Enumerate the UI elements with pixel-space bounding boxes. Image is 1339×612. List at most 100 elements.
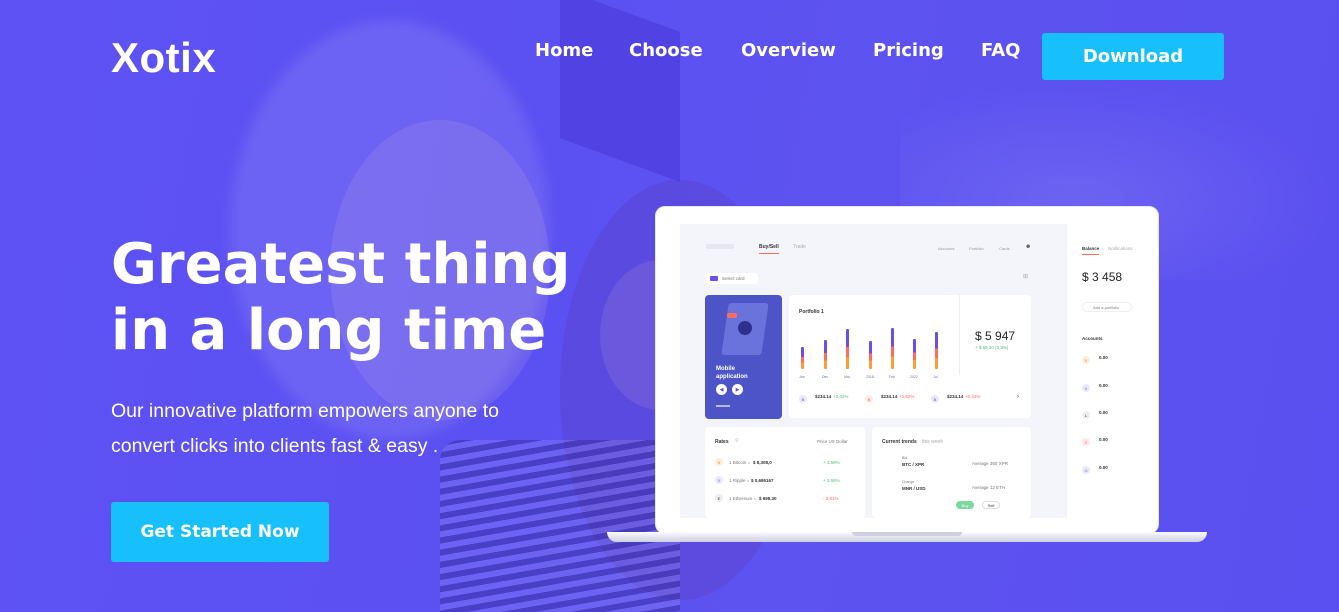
chart-month-label: Mar <box>844 375 851 379</box>
hero-title: Greatest thing in a long time <box>111 232 581 364</box>
chart-bar <box>824 340 827 369</box>
rate-name: 1 Ethereum = <box>729 496 757 501</box>
add-portfolio-button[interactable]: Add a portfolio <box>1082 302 1132 312</box>
coin-icon: L <box>1082 411 1090 419</box>
laptop-base <box>607 532 1207 542</box>
hero-subtitle: Our innovative platform empowers anyone … <box>111 394 571 464</box>
nav-link-pricing[interactable]: Pricing <box>873 40 944 61</box>
menu-accounts[interactable]: Accounts <box>938 246 954 251</box>
chart-month-label: 2018 <box>866 375 874 379</box>
search-icon[interactable]: ⚲ <box>735 438 739 444</box>
tab-balance[interactable]: Balance <box>1082 246 1100 255</box>
portfolio-item-value: $234.14 <box>947 394 964 399</box>
get-started-button[interactable]: Get Started Now <box>111 502 329 562</box>
portfolio-item-change: +0,42% <box>965 394 981 399</box>
rate-name: 1 Bitcoin = <box>729 460 751 465</box>
balance-panel: Balance Notifications $ 3 458 Add a port… <box>1067 224 1135 518</box>
rates-card: Rates ⚲ Price US Dollar B 1 Bitcoin = $ … <box>705 427 865 518</box>
chevron-right-icon[interactable]: › <box>1017 394 1019 400</box>
portfolio-value: $ 5 947 <box>975 329 1016 343</box>
rate-name: 1 Ripple = <box>729 478 750 483</box>
tab-notifications[interactable]: Notifications <box>1108 246 1133 251</box>
trend-pair: BTC / XPR <box>902 462 925 467</box>
hero-subtitle-line-2: convert clicks into clients fast & easy … <box>111 435 439 457</box>
account-value: 0.00 <box>1099 437 1108 442</box>
trend-label: Change <box>902 480 915 484</box>
trend-average: Average 12 ETH <box>972 485 1006 490</box>
chart-bar <box>891 328 894 369</box>
portfolio-title[interactable]: Portfolio 1 <box>799 309 824 315</box>
person-illustration <box>738 321 752 335</box>
coin-icon: Z <box>1082 438 1090 446</box>
ethereum-icon: E <box>715 494 723 502</box>
menu-portfolio[interactable]: Portfolio <box>969 246 984 251</box>
chart-bar <box>935 332 938 369</box>
dashboard-screen: Buy/Sell Trade Accounts Portfolio Cards … <box>680 224 1135 518</box>
select-card-label: Select card <box>722 276 745 281</box>
buy-button[interactable]: Buy <box>956 501 974 509</box>
flag-illustration <box>727 313 737 318</box>
grid-icon[interactable]: ⊞ <box>1023 273 1028 280</box>
ripple-icon: X <box>715 476 723 484</box>
tab-buy-sell[interactable]: Buy/Sell <box>759 244 779 254</box>
nav-link-overview[interactable]: Overview <box>741 40 836 61</box>
rate-value: $ 8,308,0 <box>753 460 772 465</box>
hero-title-line-1: Greatest thing <box>111 232 571 297</box>
download-button[interactable]: Download <box>1042 33 1224 80</box>
trend-label: Bid <box>902 456 908 460</box>
rate-change: + 3.58% <box>823 460 840 465</box>
promo-title: Mobile application <box>716 366 748 380</box>
nav-link-faq[interactable]: FAQ <box>981 40 1020 61</box>
nav-link-choose[interactable]: Choose <box>629 40 703 61</box>
chart-bar <box>801 347 804 369</box>
rates-title: Rates <box>715 439 729 445</box>
balance-value: $ 3 458 <box>1082 270 1123 284</box>
user-icon[interactable]: ☻ <box>1025 244 1031 250</box>
chart-bar <box>846 329 849 369</box>
hero-subtitle-line-1: Our innovative platform empowers anyone … <box>111 400 500 422</box>
brand-logo[interactable]: Xotix <box>111 34 216 82</box>
hero-title-line-2: in a long time <box>111 298 547 363</box>
bitcoin-icon: B <box>715 458 723 466</box>
chart-month-label: Feb <box>889 375 896 379</box>
chart-bar <box>869 341 872 369</box>
portfolio-item-value: $234.14 <box>881 394 898 399</box>
accounts-label: Accounts <box>1082 336 1103 341</box>
price-currency-select[interactable]: Price US Dollar <box>817 439 848 444</box>
account-value: 0.00 <box>1099 465 1108 470</box>
rate-value: $ 0,695167 <box>751 478 774 483</box>
portfolio-item-change: +2,62% <box>899 394 915 399</box>
account-value: 0.00 <box>1099 355 1108 360</box>
trends-title: Current trends <box>882 439 917 445</box>
tab-trade[interactable]: Trade <box>793 244 806 250</box>
sell-button[interactable]: Sell <box>982 501 1000 509</box>
dashboard-logo-placeholder <box>706 244 734 249</box>
portfolio-change: + $ 69,20 (3,3%) <box>975 345 1009 350</box>
coin-icon: B <box>865 395 873 403</box>
promo-play-button[interactable]: ▶ <box>732 384 743 395</box>
rate-change: + 3.58% <box>823 478 840 483</box>
coin-icon: G <box>1082 466 1090 474</box>
trend-pair: MNR / USD <box>902 486 926 491</box>
account-value: 0.00 <box>1099 410 1108 415</box>
trends-title-suffix: this week <box>922 439 943 445</box>
current-trends-card: Current trends this week Bid BTC / XPR A… <box>872 427 1031 518</box>
portfolio-card: Portfolio 1 $ 5 947 + $ 69,20 (3,3%) Jan… <box>789 295 1031 418</box>
coin-icon: B <box>799 395 807 403</box>
select-card-dropdown[interactable]: Select card <box>706 273 758 284</box>
menu-cards[interactable]: Cards <box>999 246 1010 251</box>
trend-average: Average 360 XPR <box>972 461 1008 466</box>
account-value: 0.00 <box>1099 383 1108 388</box>
promo-prev-button[interactable]: ◀ <box>716 384 727 395</box>
nav-link-home[interactable]: Home <box>535 40 593 61</box>
chart-month-label: Dec <box>822 375 829 379</box>
coin-icon: X <box>1082 384 1090 392</box>
chart-month-label: Jul <box>933 375 938 379</box>
portfolio-item-value: $234.14 <box>815 394 832 399</box>
card-icon <box>710 276 718 281</box>
rate-change: - 3.81% <box>823 496 839 501</box>
chart-bar <box>913 339 916 369</box>
add-portfolio-label: Add a portfolio <box>1093 305 1119 310</box>
coin-icon: B <box>931 395 939 403</box>
mobile-app-promo-card[interactable]: Mobile application ◀ ▶ <box>705 295 782 419</box>
